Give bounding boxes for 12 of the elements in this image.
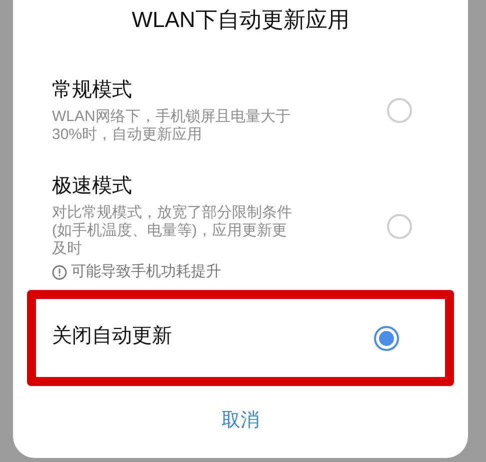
option-description: 对比常规模式，放宽了部分限制条件(如手机温度、电量等)，应用更新更及时 (52, 204, 293, 258)
dialog-title: WLAN下自动更新应用 (130, 6, 350, 34)
option-label: 常规模式 (52, 78, 133, 103)
option-label: 关闭自动更新 (52, 324, 172, 349)
radio-button[interactable] (374, 326, 399, 350)
option-description: WLAN网络下，手机锁屏且电量大于30%时，自动更新应用 (52, 108, 292, 144)
radio-button[interactable] (387, 98, 412, 122)
info-icon (52, 264, 67, 280)
radio-button[interactable] (387, 214, 412, 239)
option-label: 极速模式 (52, 174, 133, 199)
cancel-button[interactable]: 取消 (206, 404, 276, 438)
warning-text: 可能导致手机功耗提升 (71, 263, 221, 281)
